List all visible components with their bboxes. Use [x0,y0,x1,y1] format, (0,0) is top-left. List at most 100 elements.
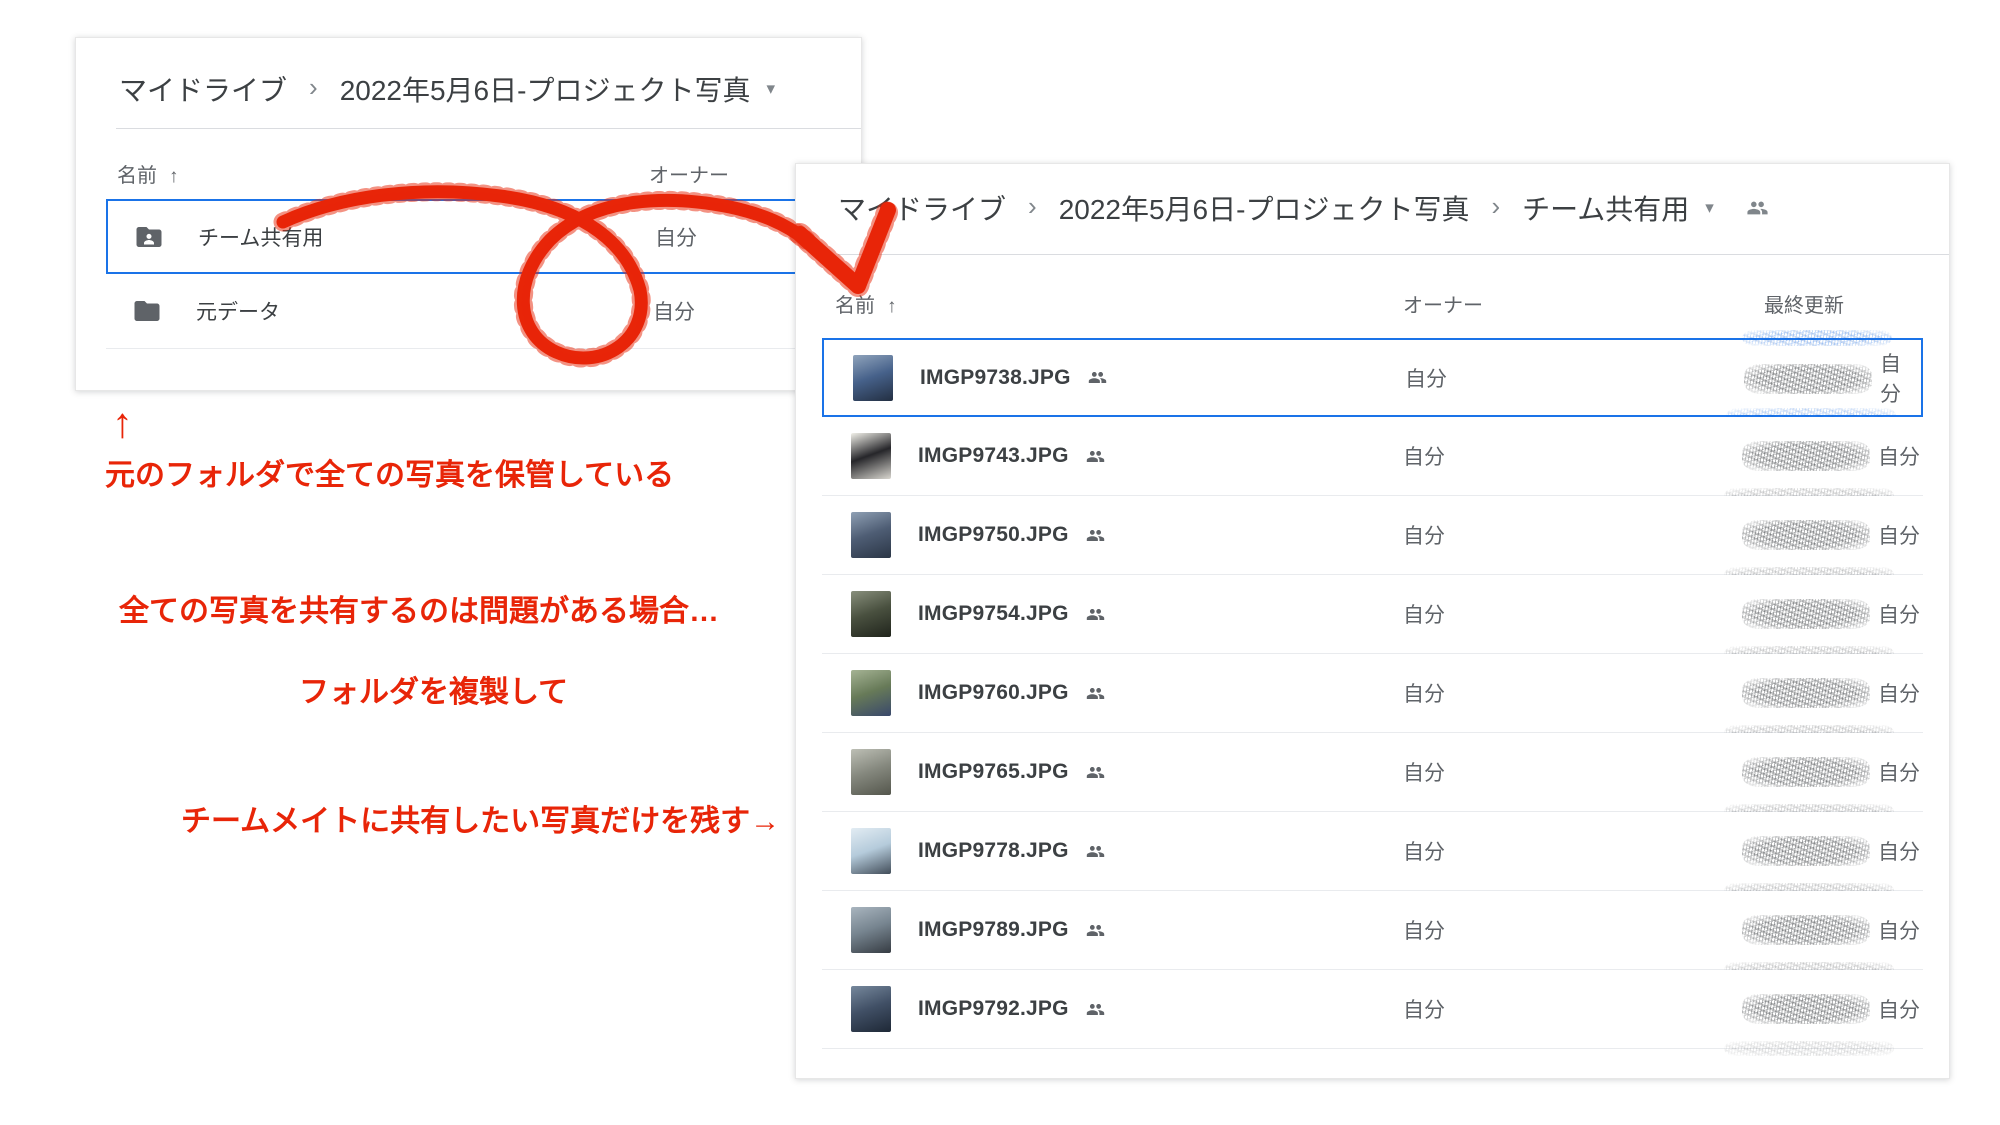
last-modified-by: 自分 [1878,599,1920,629]
breadcrumb-chevron-icon: › [1028,191,1037,222]
shared-people-icon [1083,605,1108,624]
file-row[interactable]: IMGP9792.JPG自分自分 [822,970,1923,1049]
annotation-keep-all-photos: 元のフォルダで全ての写真を保管している [105,450,674,494]
file-name: IMGP9750.JPG [918,523,1069,547]
breadcrumb-current-folder[interactable]: 2022年5月6日-プロジェクト写真 [340,69,751,109]
file-owner: 自分 [1403,599,1445,629]
shared-people-icon [1083,1000,1108,1019]
folder-owner: 自分 [653,296,695,326]
folder-owner: 自分 [655,222,697,252]
last-modified-by: 自分 [1878,836,1920,866]
screenshot-canvas: マイドライブ › 2022年5月6日-プロジェクト写真 ▾ 名前 ↑ オーナー チ… [0,0,2000,1125]
folder-menu-caret-icon[interactable]: ▾ [766,79,775,99]
column-header-owner[interactable]: オーナー [649,159,729,188]
file-name: IMGP9765.JPG [918,760,1069,784]
last-modified-by: 自分 [1878,757,1920,787]
file-name: IMGP9789.JPG [918,918,1069,942]
file-list: IMGP9738.JPG自分自分IMGP9743.JPG自分自分IMGP9750… [822,338,1923,1049]
column-header-owner[interactable]: オーナー [1403,289,1483,318]
people-icon [1744,197,1771,219]
redacted-last-modified [1742,757,1870,787]
shared-people-icon [1083,763,1108,782]
divider [116,128,861,129]
last-modified-by: 自分 [1878,994,1920,1024]
column-header-name-label: 名前 [117,165,157,187]
file-thumbnail [851,512,891,558]
drive-window-team-share: マイドライブ › 2022年5月6日-プロジェクト写真 › チーム共有用 ▾ 名… [795,163,1950,1079]
file-owner: 自分 [1403,441,1445,471]
file-row[interactable]: IMGP9750.JPG自分自分 [822,496,1923,575]
file-row[interactable]: IMGP9738.JPG自分自分 [822,338,1923,417]
annotation-duplicate-folder: フォルダを複製して [299,667,568,711]
column-header-name[interactable]: 名前 ↑ [117,159,179,188]
file-owner: 自分 [1403,678,1445,708]
breadcrumb: マイドライブ › 2022年5月6日-プロジェクト写真 › チーム共有用 ▾ [838,172,1771,244]
redaction-scribble [1724,1041,1894,1056]
last-modified-by: 自分 [1878,915,1920,945]
breadcrumb-my-drive[interactable]: マイドライブ [838,188,1006,228]
redacted-last-modified [1744,364,1872,394]
annotation-keep-only-shared: チームメイトに共有したい写真だけを残す→ [181,796,780,840]
file-thumbnail [851,907,891,953]
folder-name: 元データ [196,296,280,326]
file-row[interactable]: IMGP9789.JPG 自分 自分 [822,891,1923,970]
file-owner: 自分 [1403,757,1445,787]
breadcrumb-parent-folder[interactable]: 2022年5月6日-プロジェクト写真 [1059,188,1470,228]
red-up-arrow-annotation: ↑ [112,399,133,447]
folder-name: チーム共有用 [198,222,323,252]
file-name: IMGP9743.JPG [918,444,1069,468]
file-row[interactable]: IMGP9743.JPG 自分 自分 [822,417,1923,496]
file-row[interactable]: IMGP9754.JPG自分自分 [822,575,1923,654]
sort-ascending-icon: ↑ [169,166,179,187]
file-name: IMGP9760.JPG [918,681,1069,705]
file-row[interactable]: IMGP9765.JPG 自分 自分 [822,733,1923,812]
redacted-last-modified [1742,836,1870,866]
shared-people-icon [1083,842,1108,861]
folder-row[interactable]: チーム共有用 自分 [106,199,833,274]
redacted-last-modified [1742,599,1870,629]
drive-window-source: マイドライブ › 2022年5月6日-プロジェクト写真 ▾ 名前 ↑ オーナー チ… [75,37,862,391]
shared-folder-icon [132,222,166,252]
redacted-last-modified [1742,441,1870,471]
shared-people-icon [1085,368,1110,387]
folder-icon [130,296,164,326]
breadcrumb-current-folder[interactable]: チーム共有用 [1522,188,1689,228]
shared-people-icon [1083,684,1108,703]
file-row[interactable]: IMGP9760.JPG自分自分 [822,654,1923,733]
file-name: IMGP9792.JPG [918,997,1069,1021]
file-thumbnail [851,591,891,637]
file-thumbnail [851,986,891,1032]
folder-row[interactable]: 元データ 自分 [106,274,833,349]
breadcrumb-chevron-icon: › [309,72,318,103]
redacted-last-modified [1742,520,1870,550]
file-thumbnail [853,355,893,401]
file-name: IMGP9778.JPG [918,839,1069,863]
breadcrumb-chevron-icon: › [1491,191,1500,222]
last-modified-by: 自分 [1878,441,1920,471]
last-modified-by: 自分 [1880,348,1921,408]
redacted-last-modified [1742,915,1870,945]
divider [838,254,1949,255]
column-header-last-modified[interactable]: 最終更新 [1764,289,1844,318]
file-thumbnail [851,828,891,874]
file-row[interactable]: IMGP9778.JPG自分自分 [822,812,1923,891]
redacted-last-modified [1742,678,1870,708]
folder-list: チーム共有用自分元データ自分 [106,199,833,349]
file-owner: 自分 [1403,915,1445,945]
redacted-last-modified [1742,994,1870,1024]
column-header-name-label: 名前 [835,295,875,317]
redaction-scribble [1742,330,1892,346]
file-thumbnail [851,433,891,479]
file-owner: 自分 [1405,363,1447,393]
file-thumbnail [851,670,891,716]
breadcrumb-my-drive[interactable]: マイドライブ [119,69,287,109]
folder-menu-caret-icon[interactable]: ▾ [1705,198,1714,218]
sort-ascending-icon: ↑ [887,296,897,317]
folder-shared-people-icon [1744,197,1771,219]
shared-people-icon [1083,921,1108,940]
column-header-name[interactable]: 名前 ↑ [835,289,897,318]
shared-people-icon [1083,526,1108,545]
breadcrumb: マイドライブ › 2022年5月6日-プロジェクト写真 ▾ [119,52,775,126]
last-modified-by: 自分 [1878,520,1920,550]
file-thumbnail [851,749,891,795]
